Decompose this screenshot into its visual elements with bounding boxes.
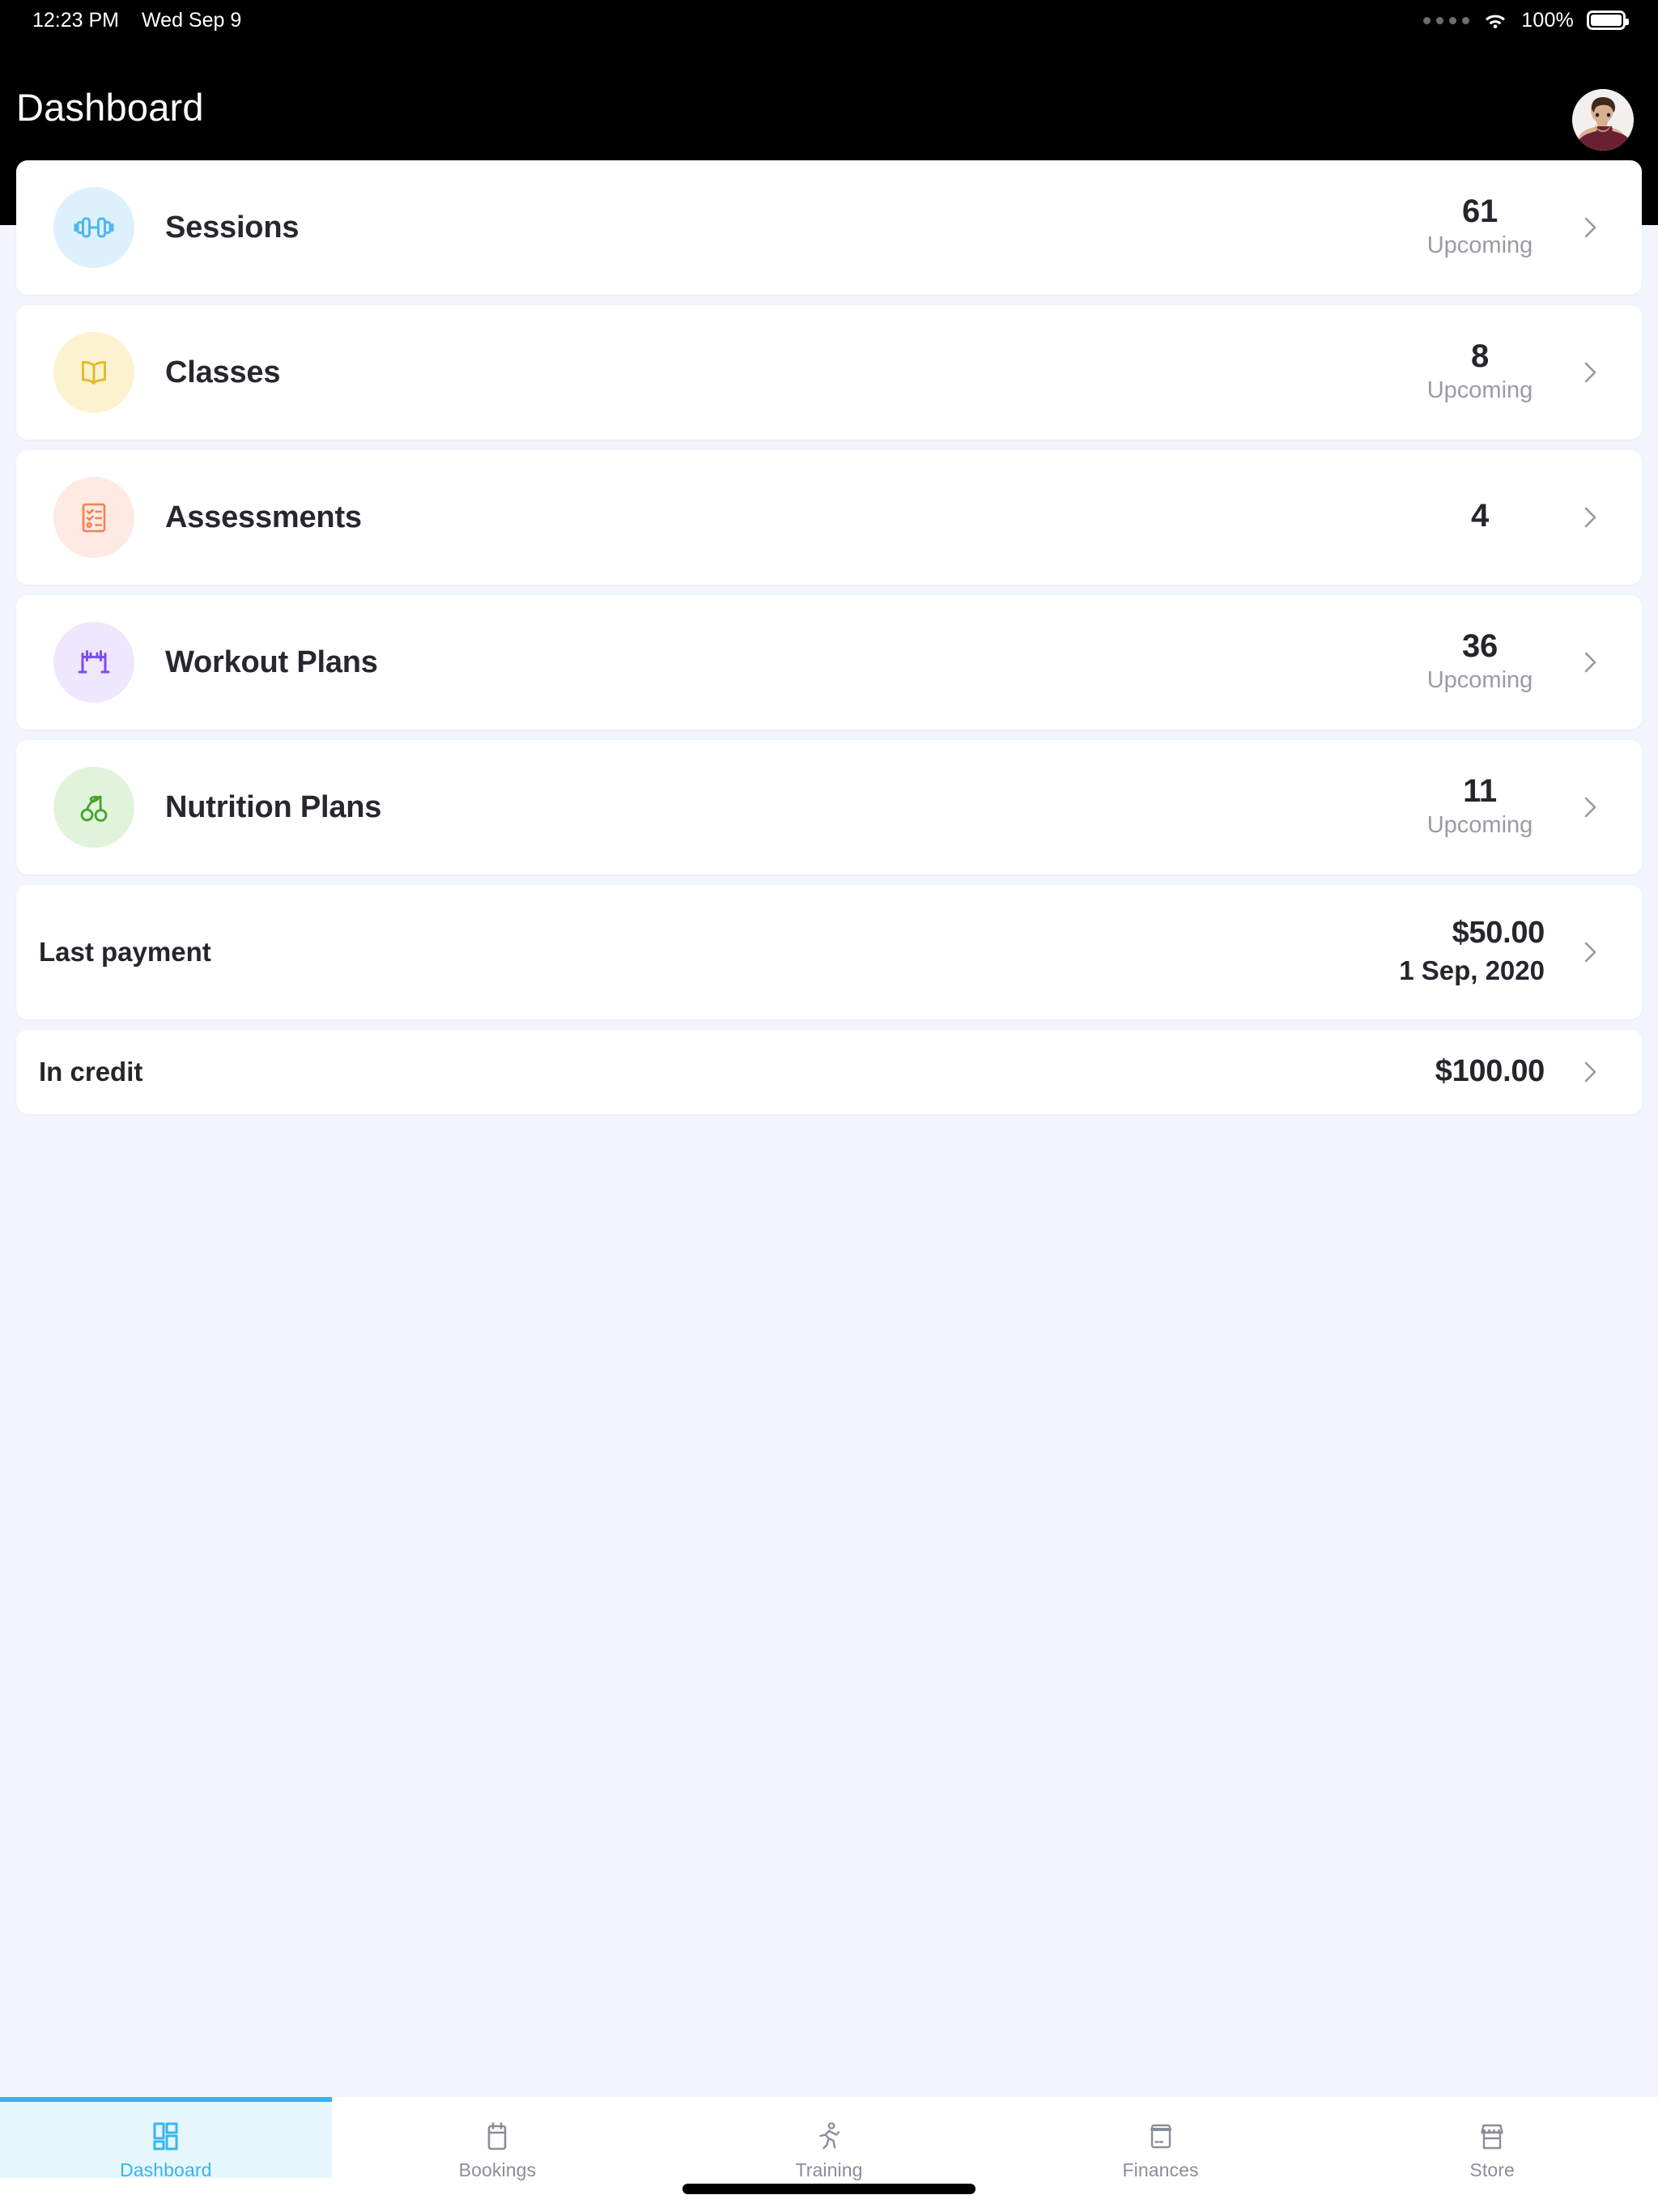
user-avatar-photo [1572, 89, 1634, 151]
tab-bookings[interactable]: Bookings [332, 2097, 664, 2180]
finance-row-in-credit[interactable]: In credit $100.00 [16, 1030, 1642, 1114]
last-payment-amount: $50.00 [1452, 915, 1545, 950]
signal-dots-icon [1423, 16, 1470, 24]
row-sublabel: Upcoming [1426, 232, 1533, 259]
dashboard-grid-icon [148, 2118, 184, 2154]
row-label: Classes [165, 355, 281, 389]
credit-card-icon [1143, 2118, 1179, 2154]
chevron-right-icon[interactable] [1572, 1054, 1608, 1090]
chevron-right-icon[interactable] [1572, 789, 1608, 825]
status-bar-left: 12:23 PM Wed Sep 9 [32, 9, 241, 32]
cherries-icon [53, 767, 134, 848]
wifi-icon [1482, 11, 1508, 30]
status-time: 12:23 PM [32, 8, 120, 32]
battery-full-icon [1587, 11, 1629, 30]
last-payment-values: $50.00 1 Sep, 2020 [1399, 916, 1608, 989]
row-label: Assessments [165, 500, 362, 534]
row-value: 8 [1471, 338, 1489, 375]
chevron-right-icon[interactable] [1572, 355, 1608, 390]
running-person-icon [811, 2118, 847, 2154]
app-root: 12:23 PM Wed Sep 9 100% Dashboard Sessio… [0, 0, 1658, 2212]
chevron-right-icon[interactable] [1572, 500, 1608, 535]
avatar[interactable] [1572, 89, 1634, 151]
open-book-icon [53, 332, 134, 413]
dashboard-row-workout-plans[interactable]: Workout Plans 36 Upcoming [16, 595, 1642, 730]
last-payment-label: Last payment [39, 937, 211, 967]
tab-label: Bookings [458, 2159, 537, 2180]
status-bar-right: 100% [1423, 8, 1629, 32]
dashboard-row-sessions[interactable]: Sessions 61 Upcoming [16, 160, 1642, 295]
row-metric: 36 Upcoming [1415, 629, 1608, 695]
chevron-right-icon[interactable] [1572, 210, 1608, 245]
row-label: Nutrition Plans [165, 789, 382, 824]
row-value: 61 [1462, 194, 1498, 230]
row-metric: 11 Upcoming [1415, 774, 1608, 840]
tab-label: Dashboard [120, 2159, 212, 2180]
chevron-right-icon[interactable] [1572, 644, 1608, 680]
dashboard-row-nutrition-plans[interactable]: Nutrition Plans 11 Upcoming [16, 740, 1642, 874]
finance-row-last-payment[interactable]: Last payment $50.00 1 Sep, 2020 [16, 885, 1642, 1019]
bottom-tab-bar: Dashboard Bookings Training Finances Sto… [0, 2097, 1658, 2212]
tab-dashboard[interactable]: Dashboard [0, 2097, 332, 2180]
status-bar: 12:23 PM Wed Sep 9 100% [0, 0, 1658, 40]
row-value: 36 [1462, 628, 1498, 665]
row-metric: 8 Upcoming [1415, 339, 1608, 405]
tab-label: Finances [1122, 2159, 1199, 2180]
dashboard-row-classes[interactable]: Classes 8 Upcoming [16, 305, 1642, 440]
row-sublabel: Upcoming [1426, 667, 1533, 694]
row-value: 4 [1471, 498, 1489, 534]
dashboard-content: Sessions 61 Upcoming Classes 8 Upcoming … [0, 160, 1658, 2097]
storefront-icon [1474, 2118, 1510, 2154]
in-credit-label: In credit [39, 1057, 143, 1087]
tab-training[interactable]: Training [663, 2097, 995, 2180]
row-sublabel: Upcoming [1426, 812, 1533, 839]
in-credit-values: $100.00 [1435, 1054, 1608, 1090]
dumbbell-icon [53, 187, 134, 268]
tab-label: Store [1469, 2159, 1515, 2180]
row-value: 11 [1463, 773, 1497, 810]
dashboard-row-assessments[interactable]: Assessments 4 [16, 450, 1642, 585]
status-date: Wed Sep 9 [142, 8, 242, 32]
battery-percent: 100% [1521, 8, 1574, 32]
tab-finances[interactable]: Finances [995, 2097, 1327, 2180]
chevron-right-icon[interactable] [1572, 934, 1608, 970]
calendar-icon [479, 2118, 515, 2154]
last-payment-date: 1 Sep, 2020 [1399, 955, 1545, 986]
tab-store[interactable]: Store [1326, 2097, 1658, 2180]
page-title: Dashboard [16, 86, 204, 129]
home-indicator [682, 2184, 976, 2194]
tab-label: Training [795, 2159, 863, 2180]
barbell-rack-icon [53, 622, 134, 703]
row-label: Workout Plans [165, 644, 378, 679]
row-label: Sessions [165, 210, 300, 245]
in-credit-amount: $100.00 [1435, 1054, 1545, 1089]
checklist-clipboard-icon [53, 477, 134, 558]
row-metric: 61 Upcoming [1415, 194, 1608, 260]
row-sublabel: Upcoming [1426, 377, 1533, 404]
row-metric: 4 [1415, 499, 1608, 535]
